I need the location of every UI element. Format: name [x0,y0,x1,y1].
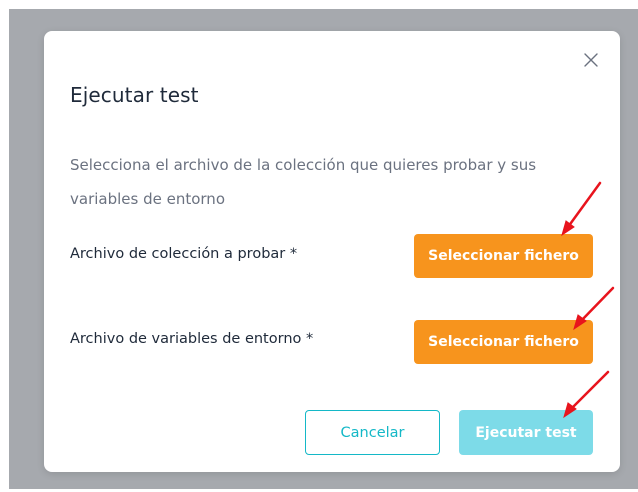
cancel-button[interactable]: Cancelar [305,410,440,455]
select-collection-file-button[interactable]: Seleccionar fichero [414,234,593,278]
run-test-dialog: Ejecutar test Selecciona el archivo de l… [44,31,620,472]
close-button[interactable] [581,50,601,70]
collection-file-label: Archivo de colección a probar * [70,246,298,262]
run-test-button[interactable]: Ejecutar test [459,410,593,455]
close-icon [584,53,598,67]
select-environment-file-button[interactable]: Seleccionar fichero [414,320,593,364]
dialog-description: Selecciona el archivo de la colección qu… [70,156,537,208]
dialog-title: Ejecutar test [70,83,199,107]
environment-file-label: Archivo de variables de entorno * [70,331,314,347]
